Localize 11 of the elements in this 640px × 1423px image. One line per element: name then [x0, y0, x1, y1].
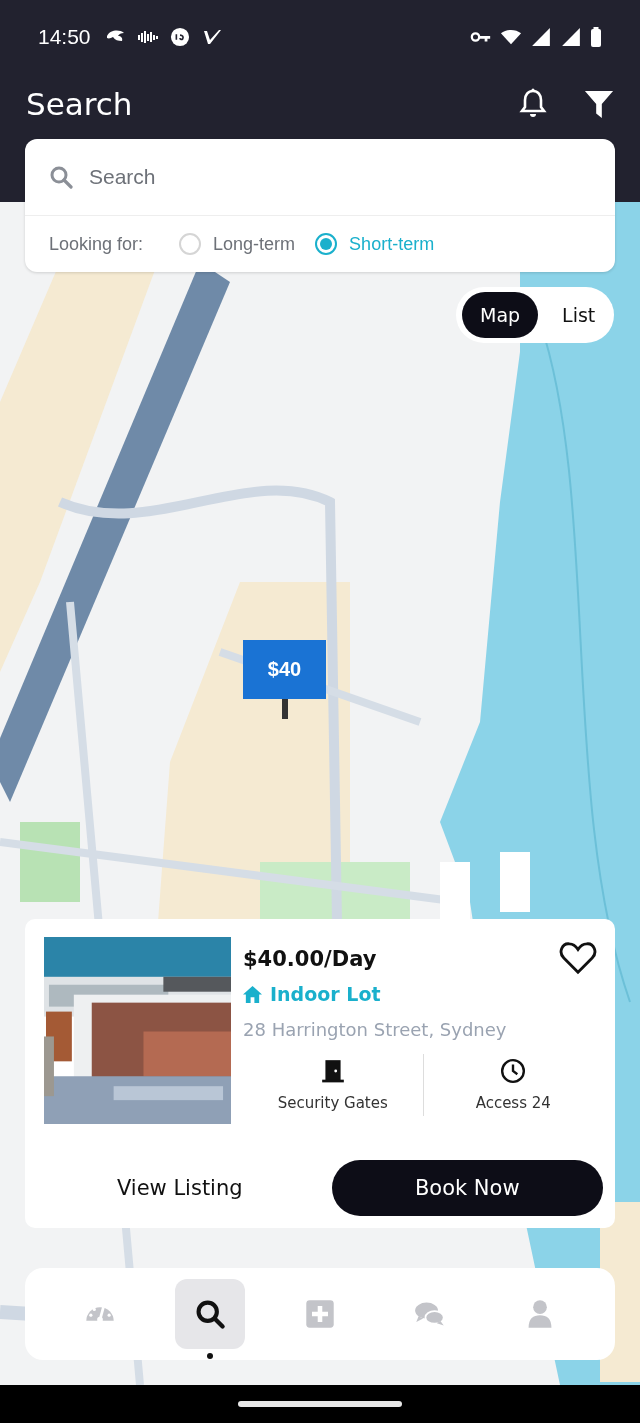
battery-icon [590, 27, 602, 47]
status-time: 14:50 [38, 25, 91, 49]
signal-icon [530, 27, 552, 47]
wifi-icon [500, 27, 522, 47]
page-title: Search [26, 86, 133, 122]
search-icon [49, 165, 73, 189]
badge-icon [168, 27, 191, 47]
search-field[interactable]: Search [87, 164, 591, 190]
signal-icon [560, 27, 582, 47]
notification-bell-icon[interactable] [518, 88, 548, 120]
filter-icon[interactable] [584, 88, 614, 120]
